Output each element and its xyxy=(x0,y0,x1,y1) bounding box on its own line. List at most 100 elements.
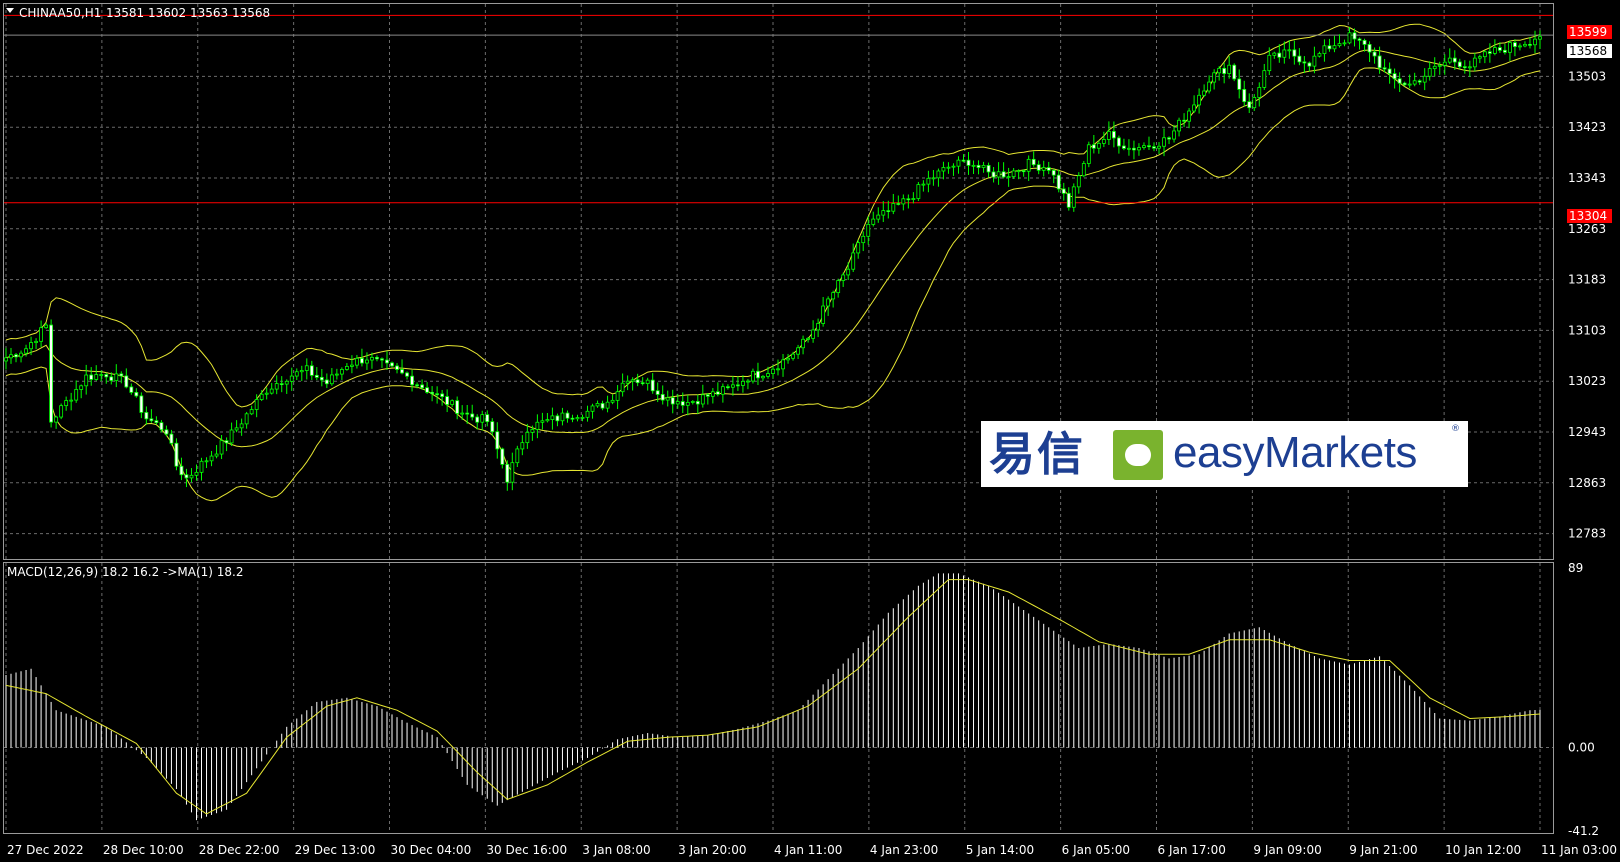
candle-body xyxy=(700,394,705,405)
candle-body xyxy=(786,357,790,361)
candle-body xyxy=(1272,52,1277,56)
symbol-label: CHINAA50,H1 xyxy=(19,6,101,20)
candle-body xyxy=(9,354,13,359)
time-tick-label: 3 Jan 08:00 xyxy=(582,843,650,857)
candle-body xyxy=(520,442,525,450)
time-tick-label: 30 Dec 04:00 xyxy=(391,843,472,857)
time-tick-label: 4 Jan 11:00 xyxy=(774,843,842,857)
candle-body xyxy=(941,167,946,172)
candle-body xyxy=(169,433,174,444)
candle-body xyxy=(1457,61,1462,68)
candle-body xyxy=(956,159,961,167)
candle-body xyxy=(1422,75,1427,83)
candle-body xyxy=(29,342,33,350)
candle-body xyxy=(475,416,480,423)
candle-body xyxy=(204,460,209,463)
candle-body xyxy=(846,268,851,276)
candle-body xyxy=(1367,44,1372,53)
macd-tick-label: 89 xyxy=(1568,561,1583,575)
candle-body xyxy=(430,391,435,395)
candle-body xyxy=(510,462,515,483)
candle-body xyxy=(781,359,785,370)
candle-body xyxy=(715,391,720,395)
candle-body xyxy=(1362,40,1367,45)
candle-body xyxy=(1342,42,1347,45)
candle-body xyxy=(24,348,28,354)
time-tick-label: 29 Dec 13:00 xyxy=(295,843,376,857)
candle-body xyxy=(635,379,640,384)
candle-body xyxy=(1292,49,1297,57)
candle-body xyxy=(1432,65,1437,70)
candle-body xyxy=(249,409,254,415)
candle-body xyxy=(450,400,455,405)
candle-body xyxy=(695,401,700,405)
candle-body xyxy=(996,171,1001,178)
candle-body xyxy=(350,364,354,367)
candle-body xyxy=(1021,170,1026,173)
candle-body xyxy=(1066,192,1071,208)
candle-body xyxy=(1312,55,1317,67)
candle-body xyxy=(791,353,795,359)
price-tick-label: 13423 xyxy=(1568,120,1606,134)
candle-body xyxy=(264,392,269,395)
candle-body xyxy=(259,393,264,400)
time-tick-label: 6 Jan 05:00 xyxy=(1062,843,1130,857)
candle-body xyxy=(1132,147,1136,151)
candle-body xyxy=(119,373,124,377)
candle-body xyxy=(851,252,856,270)
candle-body xyxy=(961,159,966,162)
price-tick-label: 13343 xyxy=(1568,171,1606,185)
candle-body xyxy=(164,429,169,435)
candle-body xyxy=(1061,188,1066,194)
candle-body xyxy=(74,389,79,401)
candle-body xyxy=(460,412,465,415)
candle-body xyxy=(575,417,580,420)
candle-body xyxy=(1337,43,1342,47)
candle-body xyxy=(841,274,846,281)
candle-body xyxy=(420,384,424,389)
candle-body xyxy=(289,375,294,382)
candle-body xyxy=(214,453,219,457)
candle-body xyxy=(1352,32,1357,40)
candle-body xyxy=(986,164,991,173)
time-tick-label: 4 Jan 23:00 xyxy=(870,843,938,857)
candle-body xyxy=(254,399,259,410)
candle-body xyxy=(625,380,630,384)
candle-body xyxy=(304,365,309,371)
candle-body xyxy=(1302,61,1307,64)
ohlc-label: 13581 13602 13563 13568 xyxy=(106,6,270,20)
candle-body xyxy=(585,410,590,418)
candle-body xyxy=(741,380,745,386)
candle-body xyxy=(1101,139,1106,144)
candle-body xyxy=(44,324,49,329)
candle-body xyxy=(766,373,770,377)
candle-body xyxy=(89,374,94,380)
candle-body xyxy=(1006,176,1011,178)
candle-body xyxy=(1297,55,1302,63)
candle-body xyxy=(1232,64,1237,80)
candle-body xyxy=(1217,67,1222,74)
candle-body xyxy=(1026,158,1031,172)
candle-body xyxy=(299,370,304,373)
candle-body xyxy=(886,210,891,213)
candle-body xyxy=(981,164,986,168)
candle-body xyxy=(590,405,595,412)
candle-body xyxy=(796,347,800,355)
candle-body xyxy=(14,354,18,358)
candle-body xyxy=(1187,110,1191,122)
candle-body xyxy=(1282,49,1287,58)
price-tick-label: 13183 xyxy=(1568,273,1606,287)
candle-body xyxy=(294,371,299,377)
candle-body xyxy=(485,414,490,423)
candle-body xyxy=(1538,36,1542,40)
candle-body xyxy=(1202,90,1207,96)
candle-body xyxy=(1307,62,1312,67)
candle-body xyxy=(370,356,374,361)
candle-body xyxy=(806,337,810,340)
candle-body xyxy=(1262,70,1267,88)
candle-body xyxy=(380,358,384,361)
candle-body xyxy=(1528,43,1532,46)
candle-body xyxy=(64,400,69,407)
candle-body xyxy=(1477,56,1482,59)
candle-body xyxy=(229,429,234,444)
